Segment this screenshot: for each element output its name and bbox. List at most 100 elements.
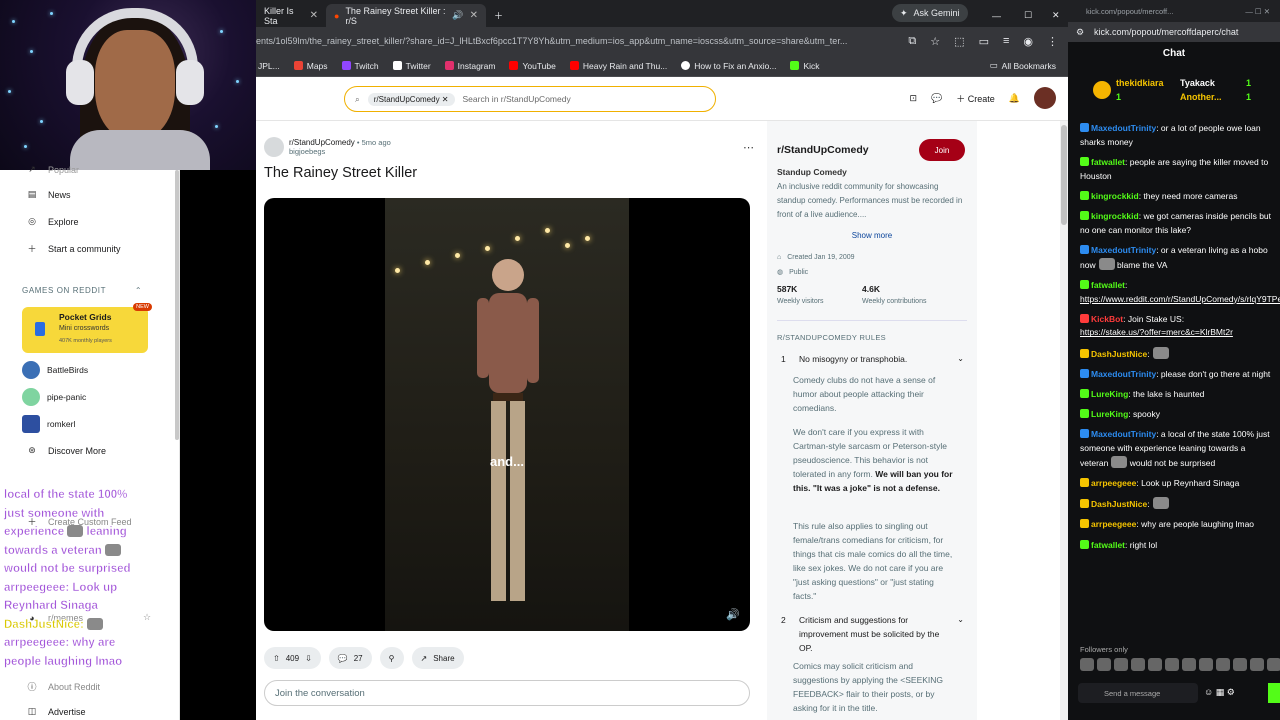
chat-username[interactable]: DashJustNice [1091, 349, 1147, 359]
video-player[interactable]: and... 🔊 [264, 198, 750, 631]
subreddit-link[interactable]: r/StandUpComedy [289, 138, 355, 147]
game-item[interactable]: BattleBirds [22, 361, 88, 379]
scrollbar-thumb[interactable] [175, 170, 179, 440]
chat-link[interactable]: https://www.reddit.com/r/StandUpComedy/s… [1080, 293, 1280, 307]
show-more-link[interactable]: Show more [767, 231, 977, 240]
chat-username[interactable]: MaxedoutTrinity [1091, 429, 1156, 439]
profile-icon[interactable]: ◉ [1023, 35, 1033, 48]
gifter-name[interactable]: Another... [1180, 92, 1222, 102]
emote-icon[interactable] [1148, 658, 1162, 671]
emote-icon[interactable] [1233, 658, 1247, 671]
chat-username[interactable]: arrpeegeee [1091, 478, 1136, 488]
chat-username[interactable]: MaxedoutTrinity [1091, 245, 1156, 255]
nav-explore[interactable]: ◎ Explore [26, 216, 78, 227]
bookmark[interactable]: Kick [790, 61, 820, 71]
chat-username[interactable]: LureKing [1091, 389, 1128, 399]
share-button[interactable]: ↗ Share [411, 647, 464, 669]
emote-icon[interactable] [1080, 658, 1094, 671]
volume-icon[interactable]: 🔊 [726, 608, 740, 621]
post-author[interactable]: bigjoebegs [289, 147, 391, 156]
nav-popular[interactable]: ↗ Popular [26, 164, 79, 175]
chevron-down-icon[interactable]: ⌄ [957, 613, 964, 627]
nav-advertise[interactable]: ◫ Advertise [26, 706, 86, 717]
chat-url[interactable]: kick.com/popout/mercoffdaperc/chat [1094, 27, 1238, 37]
site-info-icon[interactable]: ⚙ [1076, 27, 1084, 38]
address-bar[interactable]: ents/1ol59lm/the_rainey_street_killer/?s… [256, 27, 1068, 55]
bookmark[interactable]: Twitch [341, 61, 379, 71]
bookmark[interactable]: JPL... [258, 61, 280, 71]
chat-username[interactable]: MaxedoutTrinity [1091, 369, 1156, 379]
sidepanel-icon[interactable]: ▭ [979, 35, 989, 48]
chat-username[interactable]: DashJustNice [1091, 499, 1147, 509]
emote-icon[interactable] [1199, 658, 1213, 671]
chat-address-bar[interactable]: ⚙ kick.com/popout/mercoffdaperc/chat [1068, 22, 1280, 42]
chat-username[interactable]: fatwallet [1091, 280, 1125, 290]
chat-icon[interactable]: 💬 [931, 93, 942, 104]
chat-username[interactable]: fatwallet [1091, 540, 1125, 550]
close-icon[interactable]: ✕ [310, 10, 318, 21]
discover-more[interactable]: ⊛ Discover More [26, 445, 106, 456]
avatar[interactable] [1034, 87, 1056, 109]
gifter-name[interactable]: Tyakack [1180, 78, 1215, 88]
chat-tools-icon[interactable]: ☺ ▦ ⚙ [1204, 687, 1235, 698]
game-item[interactable]: romkerl [22, 415, 75, 433]
chevron-down-icon[interactable]: ⌄ [957, 352, 964, 366]
bookmark[interactable]: Heavy Rain and Thu... [569, 61, 667, 71]
browser-tab-active[interactable]: ● The Rainey Street Killer : r/S 🔊 ✕ [326, 4, 486, 27]
nav-news[interactable]: ▤ News [26, 189, 71, 200]
emote-icon[interactable] [1182, 658, 1196, 671]
close-window-button[interactable]: ✕ [1044, 4, 1068, 27]
bookmark[interactable]: How to Fix an Anxio... [681, 61, 776, 71]
chat-username[interactable]: KickBot [1091, 314, 1123, 324]
bell-icon[interactable]: 🔔 [1009, 93, 1020, 104]
maximize-button[interactable]: ☐ [1016, 4, 1040, 27]
emote-icon[interactable] [1131, 658, 1145, 671]
upvote-icon[interactable]: ⇧ [273, 654, 280, 663]
speaker-icon[interactable]: 🔊 [452, 10, 463, 21]
bookmark[interactable]: Maps [293, 61, 328, 71]
emote-icon[interactable] [1097, 658, 1111, 671]
chat-username[interactable]: kingrockkid [1091, 211, 1139, 221]
community-name[interactable]: r/StandUpComedy [777, 144, 869, 156]
join-button[interactable]: Join [919, 139, 965, 161]
chat-username[interactable]: arrpeegeee [1091, 519, 1136, 529]
chat-username[interactable]: fatwallet [1091, 157, 1125, 167]
comment-input[interactable]: Join the conversation [264, 680, 750, 706]
emote-icon[interactable] [1250, 658, 1264, 671]
chat-username[interactable]: MaxedoutTrinity [1091, 123, 1156, 133]
games-heading[interactable]: GAMES ON REDDIT ⌃ [22, 286, 142, 295]
pocket-grids-card[interactable]: Pocket Grids Mini crosswords 407K monthl… [22, 303, 152, 353]
media-icon[interactable]: ≡ [1003, 35, 1009, 48]
emote-icon[interactable] [1216, 658, 1230, 671]
url-text[interactable]: ents/1ol59lm/the_rainey_street_killer/?s… [256, 36, 898, 46]
bookmark[interactable]: Instagram [444, 61, 495, 71]
scrollbar-thumb[interactable] [1061, 125, 1067, 225]
chat-input[interactable]: Send a message [1078, 683, 1198, 703]
comments-button[interactable]: 💬 27 [328, 647, 372, 669]
ads-icon[interactable]: ⊡ [909, 93, 917, 104]
nav-about[interactable]: ⓘ About Reddit [26, 680, 100, 693]
award-button[interactable]: ⚲ [379, 647, 404, 669]
chat-link[interactable]: https://stake.us/?offer=merc&c=KlrBMt2r [1080, 326, 1272, 340]
close-icon[interactable]: ✕ [470, 10, 478, 21]
downvote-icon[interactable]: ⇩ [305, 654, 312, 663]
extensions-icon[interactable]: ⬚ [954, 35, 964, 48]
ask-gemini-button[interactable]: ✦ Ask Gemini [892, 4, 968, 22]
rule-2[interactable]: 2 Criticism and suggestions for improveme… [781, 613, 964, 655]
emote-icon[interactable] [1165, 658, 1179, 671]
create-button[interactable]: ＋ Create [956, 92, 995, 105]
emote-icon[interactable] [1267, 658, 1280, 671]
new-tab-button[interactable]: ＋ [486, 4, 511, 27]
emote-icon[interactable] [1114, 658, 1128, 671]
browser-tab[interactable]: Killer Is Sta ✕ [256, 4, 326, 27]
rule-1[interactable]: 1 No misogyny or transphobia. ⌄ [781, 352, 964, 366]
more-options-icon[interactable]: ⋯ [743, 141, 754, 154]
gifter-name[interactable]: thekidkiara [1116, 78, 1164, 88]
search-input[interactable]: ⌕ r/StandUpComedy ✕ Search in r/StandUpC… [344, 86, 716, 112]
menu-icon[interactable]: ⋮ [1047, 35, 1058, 48]
chat-username[interactable]: kingrockkid [1091, 191, 1139, 201]
subreddit-avatar[interactable] [264, 137, 284, 157]
bookmark[interactable]: Twitter [392, 61, 431, 71]
scrollbar[interactable] [1060, 121, 1068, 720]
all-bookmarks[interactable]: ▭ All Bookmarks [990, 60, 1056, 71]
